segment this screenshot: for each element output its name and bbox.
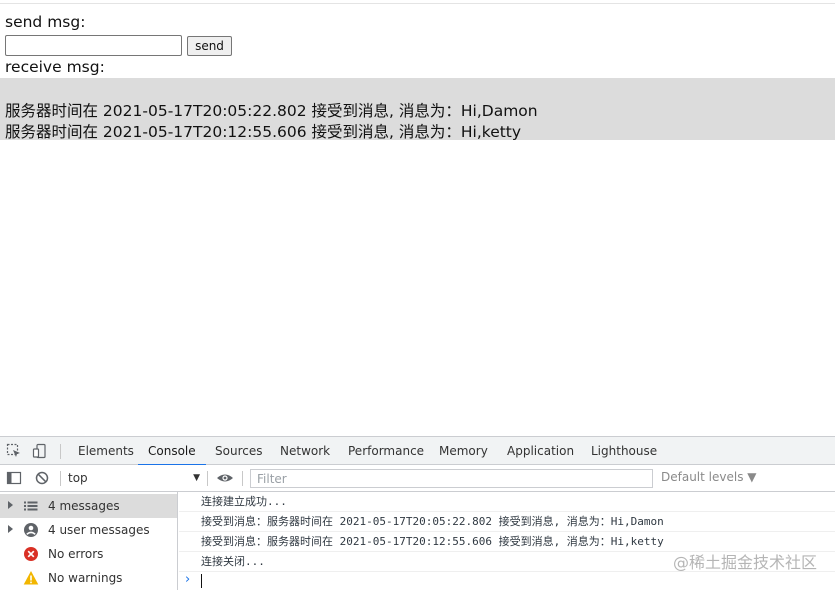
console-log-line: 连接建立成功... bbox=[179, 492, 835, 512]
toolbar-divider bbox=[242, 471, 243, 486]
toolbar-divider bbox=[207, 471, 208, 486]
watermark: @稀土掘金技术社区 bbox=[672, 553, 817, 572]
devtools-panel: Elements Console Sources Network Perform… bbox=[0, 436, 835, 590]
sidebar-item-user-messages[interactable]: 4 user messages bbox=[0, 518, 177, 542]
console-prompt-icon: › bbox=[185, 572, 191, 587]
tab-console[interactable]: Console bbox=[138, 437, 206, 466]
live-expression-eye-icon[interactable] bbox=[216, 470, 233, 486]
console-toolbar: top ▼ Default levels ▼ bbox=[0, 465, 835, 492]
tab-sources[interactable]: Sources bbox=[215, 437, 262, 465]
send-button[interactable]: send bbox=[187, 36, 232, 56]
dropdown-arrow-icon: ▼ bbox=[193, 473, 200, 483]
web-page: send msg: send receive msg: 服务器时间在 2021-… bbox=[0, 0, 835, 436]
sidebar-item-label: 4 user messages bbox=[48, 523, 150, 537]
error-icon bbox=[23, 546, 39, 562]
send-msg-label: send msg: bbox=[5, 13, 86, 31]
received-messages-box: 服务器时间在 2021-05-17T20:05:22.802 接受到消息, 消息… bbox=[0, 78, 835, 141]
sidebar-item-label: No warnings bbox=[48, 571, 123, 585]
sidebar-item-errors[interactable]: No errors bbox=[0, 542, 177, 566]
tab-lighthouse[interactable]: Lighthouse bbox=[591, 437, 657, 465]
tab-memory[interactable]: Memory bbox=[439, 437, 488, 465]
tab-performance[interactable]: Performance bbox=[348, 437, 424, 465]
sidebar-item-label: 4 messages bbox=[48, 499, 120, 513]
console-output: 连接建立成功... 接受到消息：服务器时间在 2021-05-17T20:05:… bbox=[179, 492, 835, 590]
warning-icon bbox=[23, 570, 39, 586]
tabbar-divider bbox=[60, 444, 61, 459]
tab-network[interactable]: Network bbox=[280, 437, 330, 465]
log-levels-dropdown[interactable]: Default levels ▼ bbox=[661, 470, 757, 484]
expand-arrow-icon[interactable] bbox=[8, 525, 13, 533]
sidebar-item-messages[interactable]: 4 messages bbox=[0, 494, 177, 518]
inspect-element-icon[interactable] bbox=[6, 443, 22, 459]
top-divider bbox=[0, 3, 835, 4]
device-toolbar-icon[interactable] bbox=[32, 443, 48, 459]
sidebar-toggle-icon[interactable] bbox=[6, 470, 22, 486]
console-sidebar: 4 messages 4 user messages No errors No … bbox=[0, 492, 178, 590]
filter-input[interactable] bbox=[250, 469, 653, 488]
sidebar-item-warnings[interactable]: No warnings bbox=[0, 566, 177, 590]
tab-elements[interactable]: Elements bbox=[78, 437, 134, 465]
received-message: 服务器时间在 2021-05-17T20:05:22.802 接受到消息, 消息… bbox=[5, 102, 538, 120]
message-input[interactable] bbox=[5, 35, 182, 56]
console-log-line: 接受到消息：服务器时间在 2021-05-17T20:05:22.802 接受到… bbox=[179, 512, 835, 532]
sidebar-item-label: No errors bbox=[48, 547, 104, 561]
clear-console-icon[interactable] bbox=[34, 470, 50, 486]
receive-msg-label: receive msg: bbox=[5, 58, 105, 76]
console-input-cursor[interactable] bbox=[201, 574, 202, 588]
context-select[interactable]: top ▼ bbox=[68, 470, 200, 487]
user-icon bbox=[23, 522, 39, 538]
tab-application[interactable]: Application bbox=[507, 437, 574, 465]
expand-arrow-icon[interactable] bbox=[8, 501, 13, 509]
toolbar-divider bbox=[60, 471, 61, 486]
context-value: top bbox=[68, 471, 88, 485]
received-message: 服务器时间在 2021-05-17T20:12:55.606 接受到消息, 消息… bbox=[5, 123, 522, 141]
list-icon bbox=[23, 498, 39, 514]
devtools-tabbar: Elements Console Sources Network Perform… bbox=[0, 437, 835, 466]
